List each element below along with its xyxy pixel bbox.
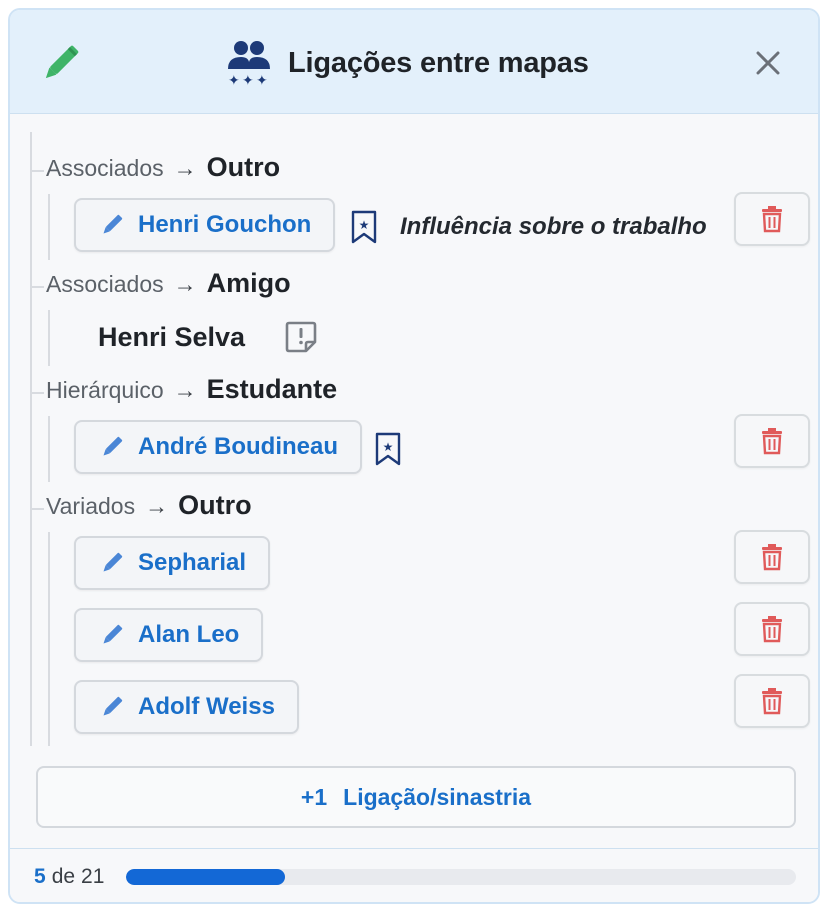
group-category: Associados bbox=[46, 271, 164, 297]
pencil-icon bbox=[103, 436, 123, 456]
progress-fill bbox=[126, 869, 286, 885]
svg-text:★: ★ bbox=[383, 440, 394, 454]
add-link-label: Ligação/sinastria bbox=[343, 783, 532, 810]
note-alert-icon[interactable] bbox=[284, 320, 318, 354]
link-name-button[interactable]: Alan Leo bbox=[74, 608, 264, 662]
pencil-icon bbox=[103, 624, 123, 644]
close-icon bbox=[756, 51, 780, 75]
tree-branch-line bbox=[48, 194, 50, 260]
link-name: Alan Leo bbox=[138, 621, 240, 648]
pencil-icon bbox=[45, 45, 79, 79]
group-category: Hierárquico bbox=[46, 377, 164, 403]
trash-icon bbox=[762, 206, 782, 233]
link-name: André Boudineau bbox=[138, 433, 339, 460]
delete-button[interactable] bbox=[734, 192, 810, 246]
panel-header: ✦ ✦ ✦ Ligações entre mapas bbox=[10, 10, 818, 114]
panel-title-group: ✦ ✦ ✦ Ligações entre mapas bbox=[226, 38, 589, 88]
arrow-icon: → bbox=[173, 271, 197, 297]
pencil-icon bbox=[103, 696, 123, 716]
users-stars-icon: ✦ ✦ ✦ bbox=[228, 41, 270, 87]
bookmark-star-icon[interactable]: ★ bbox=[350, 210, 378, 244]
trash-icon bbox=[762, 688, 782, 715]
link-name-button[interactable]: Sepharial bbox=[74, 536, 271, 590]
current-page: 5 bbox=[34, 865, 46, 888]
progress-bar bbox=[126, 869, 796, 885]
group-relation: Estudante bbox=[206, 374, 338, 404]
group-header: Hierárquico → Estudante bbox=[30, 374, 338, 405]
delete-button[interactable] bbox=[734, 674, 810, 728]
group-category: Associados bbox=[46, 155, 164, 181]
group-relation: Amigo bbox=[206, 268, 291, 298]
tree-branch-line bbox=[48, 310, 50, 366]
link-name-button[interactable]: Adolf Weiss bbox=[74, 680, 299, 734]
svg-text:✦: ✦ bbox=[256, 73, 268, 87]
link-name-button[interactable]: André Boudineau bbox=[74, 420, 363, 474]
link-name: Adolf Weiss bbox=[138, 693, 275, 720]
arrow-icon: → bbox=[173, 155, 197, 181]
svg-text:✦: ✦ bbox=[228, 73, 240, 87]
add-count: +1 bbox=[300, 783, 328, 810]
page-indicator: 5 de 21 bbox=[34, 865, 104, 889]
trash-icon bbox=[762, 616, 782, 643]
group-header: Associados → Amigo bbox=[30, 268, 291, 299]
total-pages: 21 bbox=[81, 865, 105, 888]
group-header: Associados → Outro bbox=[30, 152, 281, 183]
add-link-button[interactable]: +1 Ligação/sinastria bbox=[36, 766, 796, 828]
links-list: Associados → Outro Henri Gouchon ★ Influ… bbox=[10, 114, 818, 848]
pagination-footer: 5 de 21 bbox=[10, 848, 818, 902]
close-button[interactable] bbox=[750, 45, 786, 81]
trash-icon bbox=[762, 544, 782, 571]
link-name: Henri Gouchon bbox=[138, 211, 312, 238]
link-note: Influência sobre o trabalho bbox=[400, 213, 707, 240]
group-header: Variados → Outro bbox=[30, 490, 252, 521]
tree-branch-line bbox=[48, 416, 50, 482]
pencil-icon bbox=[103, 552, 123, 572]
link-name-button[interactable]: Henri Gouchon bbox=[74, 198, 336, 252]
page-title: Ligações entre mapas bbox=[288, 46, 589, 79]
delete-button[interactable] bbox=[734, 602, 810, 656]
delete-button[interactable] bbox=[734, 530, 810, 584]
tree-trunk-line bbox=[30, 132, 32, 746]
arrow-icon: → bbox=[173, 377, 197, 403]
svg-text:★: ★ bbox=[359, 218, 370, 232]
edit-button[interactable] bbox=[38, 42, 82, 86]
group-category: Variados bbox=[46, 493, 136, 519]
arrow-icon: → bbox=[145, 493, 169, 519]
bookmark-star-icon[interactable]: ★ bbox=[374, 432, 402, 466]
link-name: Sepharial bbox=[138, 549, 247, 576]
link-name: Henri Selva bbox=[98, 322, 246, 352]
tree-branch-line bbox=[48, 532, 50, 746]
pencil-icon bbox=[103, 214, 123, 234]
svg-text:✦: ✦ bbox=[242, 73, 254, 87]
delete-button[interactable] bbox=[734, 414, 810, 468]
group-relation: Outro bbox=[178, 490, 252, 520]
page-of-label: de bbox=[51, 865, 76, 888]
group-relation: Outro bbox=[206, 152, 281, 182]
map-links-panel: ✦ ✦ ✦ Ligações entre mapas Associados → … bbox=[8, 8, 820, 904]
trash-icon bbox=[762, 428, 782, 455]
